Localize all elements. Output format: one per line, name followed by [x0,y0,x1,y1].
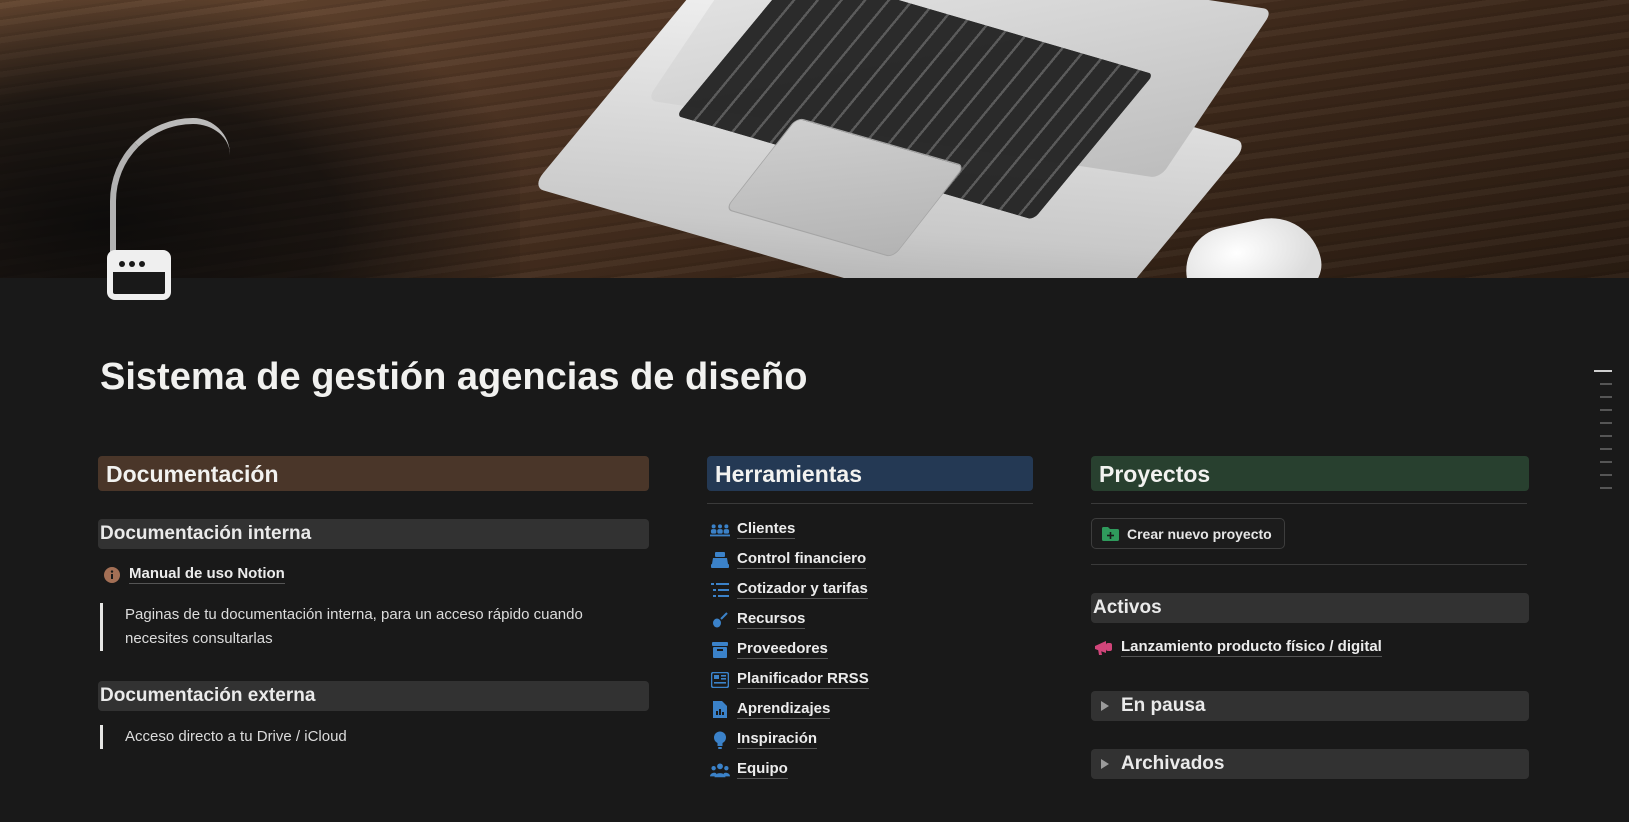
cover-shadow [0,0,520,278]
guitar-icon [710,611,730,629]
tool-proveedores[interactable]: Proveedores [710,640,828,659]
tool-label: Cotizador y tarifas [737,580,868,599]
tool-label: Clientes [737,520,796,539]
externa-quote-text: Acceso directo a tu Drive / iCloud [125,728,347,745]
proyectos-heading: Proyectos [1091,456,1529,491]
archivados-toggle[interactable]: Archivados [1091,749,1529,779]
tool-label: Proveedores [737,640,828,659]
interna-quote: Paginas de tu documentación interna, par… [100,603,640,651]
dot [119,261,125,267]
dot [139,261,145,267]
toc-item[interactable] [1600,487,1612,489]
triangle-right-icon[interactable] [1101,701,1109,711]
toc-item[interactable] [1600,448,1612,450]
tool-inspiracion[interactable]: Inspiración [710,730,818,749]
toc-item[interactable] [1600,422,1612,424]
toc-item[interactable] [1600,435,1612,437]
tool-recursos[interactable]: Recursos [710,610,806,629]
divider [1091,503,1527,504]
cover-image [0,0,1629,278]
cash-register-icon [710,551,730,569]
manual-notion-label: Manual de uso Notion [129,565,285,584]
tool-label: Aprendizajes [737,700,831,719]
table-of-contents[interactable] [1594,370,1612,500]
tool-label: Equipo [737,760,788,779]
tool-clientes[interactable]: Clientes [710,520,796,539]
en-pausa-toggle[interactable]: En pausa [1091,691,1529,721]
toc-item[interactable] [1600,409,1612,411]
tool-label: Recursos [737,610,806,629]
document-chart-icon [710,701,730,719]
toc-item[interactable] [1600,383,1612,385]
tool-label: Control financiero [737,550,867,569]
tool-cotizador[interactable]: Cotizador y tarifas [710,580,868,599]
crear-proyecto-label: Crear nuevo proyecto [1127,525,1272,542]
list-icon [710,581,730,599]
proyecto-lanzamiento-link[interactable]: Lanzamiento producto físico / digital [1094,638,1382,657]
archive-box-icon [710,641,730,659]
group-icon [710,761,730,779]
browser-window-icon[interactable] [107,250,171,300]
page-title[interactable]: Sistema de gestión agencias de diseño [100,356,807,399]
externa-quote: Acceso directo a tu Drive / iCloud [100,725,640,749]
toc-item[interactable] [1600,396,1612,398]
tool-planificador-rrss[interactable]: Planificador RRSS [710,670,869,689]
herramientas-heading: Herramientas [707,456,1033,491]
documentacion-interna-heading: Documentación interna [98,519,649,549]
toc-item[interactable] [1600,461,1612,463]
activos-heading: Activos [1091,593,1529,623]
manual-notion-link[interactable]: Manual de uso Notion [102,565,285,584]
crear-proyecto-button[interactable]: Crear nuevo proyecto [1091,518,1285,549]
folder-plus-icon [1102,526,1119,541]
proyecto-label: Lanzamiento producto físico / digital [1121,638,1382,657]
toc-item[interactable] [1594,370,1612,372]
info-circle-icon [102,566,122,584]
tool-label: Planificador RRSS [737,670,869,689]
people-line-icon [710,521,730,539]
tool-control-financiero[interactable]: Control financiero [710,550,867,569]
documentacion-externa-heading: Documentación externa [98,681,649,711]
triangle-right-icon[interactable] [1101,759,1109,769]
archivados-label: Archivados [1121,753,1225,774]
documentacion-heading: Documentación [98,456,649,491]
dot [129,261,135,267]
divider [707,503,1033,504]
tool-equipo[interactable]: Equipo [710,760,788,779]
toc-item[interactable] [1600,474,1612,476]
lightbulb-icon [710,731,730,749]
tool-label: Inspiración [737,730,818,749]
megaphone-icon [1094,639,1114,657]
en-pausa-label: En pausa [1121,695,1206,716]
interna-quote-text: Paginas de tu documentación interna, par… [125,606,583,647]
newspaper-icon [710,671,730,689]
tool-aprendizajes[interactable]: Aprendizajes [710,700,831,719]
divider [1091,564,1527,565]
